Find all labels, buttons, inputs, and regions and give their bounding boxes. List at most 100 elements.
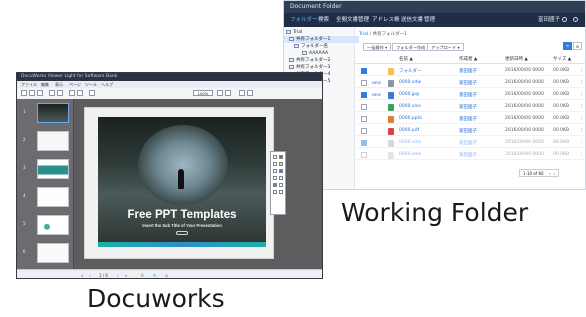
col-updated[interactable]: 更新日時 ▲ (505, 56, 528, 62)
breadcrumb-root[interactable]: Trial (359, 32, 368, 37)
thumbnail-page-2[interactable] (37, 131, 69, 151)
table-row[interactable]: 0000.xdw 富田國子 2016/00/00 0000 00.0KB ⋮ (355, 149, 585, 160)
shape-tool-icon[interactable] (273, 169, 277, 173)
file-owner[interactable]: 富田國子 (459, 68, 477, 74)
next-page-icon[interactable]: › (554, 171, 556, 176)
highlight-icon[interactable] (77, 90, 83, 96)
file-owner[interactable]: 富田國子 (459, 116, 477, 122)
copy-icon[interactable] (49, 90, 55, 96)
user-icon[interactable] (562, 17, 567, 22)
arrow-tool-icon[interactable] (273, 190, 277, 194)
tree-item-shared-1[interactable]: 共有フォルダー1 (284, 36, 359, 43)
open-icon[interactable] (21, 90, 27, 96)
thumbnail-page-5[interactable] (37, 215, 69, 235)
file-owner[interactable]: 富田國子 (459, 128, 477, 134)
row-checkbox[interactable] (361, 104, 367, 110)
col-name[interactable]: 名前 ▲ (399, 56, 413, 62)
row-checkbox[interactable] (361, 116, 367, 122)
sticky-note-icon[interactable] (279, 176, 283, 180)
more-menu-icon[interactable]: ⋮ (579, 140, 584, 145)
line-tool-icon[interactable] (279, 190, 283, 194)
help-icon[interactable] (573, 17, 578, 22)
col-size[interactable]: サイズ ▲ (553, 56, 571, 62)
thumbnail-page-6[interactable] (37, 243, 69, 263)
document-canvas[interactable]: Free PPT Templates Insert the Sub Title … (74, 99, 322, 269)
tree-item-shared-3[interactable]: 共有フォルダー3 (284, 64, 359, 71)
file-name[interactable]: 0000.xdw (399, 152, 421, 157)
table-row[interactable]: NEW 0000.jpg 富田國子 2016/00/00 0000 00.0KB ⋮ (355, 89, 585, 100)
text-tool-icon[interactable] (273, 162, 277, 166)
file-name[interactable]: 0000.pptx (399, 116, 422, 121)
menu-item-admin[interactable]: 管理 (424, 13, 435, 27)
table-row[interactable]: 0000.xdw 富田國子 2016/00/00 0000 00.0KB ⋮ (355, 137, 585, 148)
file-name[interactable]: 0000.jpg (399, 92, 419, 97)
tree-item-subfolder[interactable]: フォルダー名 (284, 43, 364, 50)
status-prev-icon[interactable]: ‹ (89, 273, 91, 278)
table-row[interactable]: 0000.pptx 富田國子 2016/00/00 0000 00.0KB ⋮ (355, 113, 585, 124)
more-menu-icon[interactable]: ⋮ (579, 92, 584, 97)
file-name[interactable]: 0000.pdf (399, 128, 419, 133)
tree-item-shared-2[interactable]: 共有フォルダー2 (284, 57, 359, 64)
more-menu-icon[interactable]: ⋮ (579, 80, 584, 85)
rotate-icon[interactable] (89, 90, 95, 96)
row-checkbox[interactable] (361, 68, 367, 74)
more-menu-icon[interactable]: ⋮ (579, 116, 584, 121)
thumbnail-page-1[interactable] (37, 103, 69, 123)
eraser-icon[interactable] (279, 183, 283, 187)
pen-tool-icon[interactable] (273, 155, 277, 159)
table-row[interactable]: NEW 0000.xdw 富田國子 2016/00/00 0000 00.0KB ⋮ (355, 77, 585, 88)
dw-menu-file[interactable]: ファイル (21, 81, 37, 88)
more-menu-icon[interactable]: ⋮ (579, 68, 584, 73)
paste-icon[interactable] (57, 90, 63, 96)
first-page-icon[interactable]: « (81, 273, 83, 278)
grid-view-button[interactable]: ⊞ (573, 42, 582, 50)
table-row[interactable]: フォルダー 富田國子 2016/00/00 0000 00.0KB ⋮ (355, 65, 585, 76)
prev-page-icon[interactable]: ‹ (549, 171, 551, 176)
user-name[interactable]: 富田國子 (538, 13, 560, 27)
annotation-icon[interactable] (69, 90, 75, 96)
next-page-icon[interactable] (247, 90, 253, 96)
thumbnail-page-3[interactable] (37, 159, 69, 179)
upload-button[interactable]: アップロード ▾ (427, 43, 464, 51)
highlighter-icon[interactable] (279, 162, 283, 166)
dw-menu-help[interactable]: ヘルプ (101, 81, 113, 88)
row-checkbox[interactable] (361, 128, 367, 134)
file-owner[interactable]: 富田國子 (459, 80, 477, 86)
row-checkbox[interactable] (361, 92, 367, 98)
zoom-in-icon[interactable] (217, 90, 223, 96)
menu-item-address[interactable]: アドレス帳 (372, 13, 400, 27)
green-marker-icon[interactable] (273, 183, 277, 187)
row-checkbox[interactable] (361, 80, 367, 86)
file-owner[interactable]: 富田國子 (459, 140, 477, 146)
new-folder-button[interactable]: フォルダー作成 (392, 43, 430, 51)
file-name[interactable]: 0000.xdw (399, 80, 421, 85)
file-name[interactable]: フォルダー (399, 68, 422, 74)
file-name[interactable]: 0000.xdw (399, 140, 421, 145)
save-icon[interactable] (29, 90, 35, 96)
text-color-icon[interactable]: A (141, 273, 144, 278)
row-checkbox[interactable] (361, 152, 367, 158)
menu-item-all-docs[interactable]: 全閲文書管理 (336, 13, 369, 27)
more-menu-icon[interactable]: ⋮ (579, 152, 584, 157)
col-owner[interactable]: 作成者 ▲ (459, 56, 477, 62)
blue-marker-icon[interactable] (279, 169, 283, 173)
prev-page-icon[interactable] (239, 90, 245, 96)
thumbnail-page-4[interactable] (37, 187, 69, 207)
last-page-icon[interactable]: » (125, 273, 127, 278)
menu-item-sent[interactable]: 送信文書 (401, 13, 423, 27)
dw-menu-view[interactable]: 表示 (55, 81, 63, 88)
zoom-select[interactable]: 100% (193, 90, 213, 96)
more-menu-icon[interactable]: ⋮ (579, 128, 584, 133)
stamp-tool-icon[interactable] (273, 176, 277, 180)
file-owner[interactable]: 富田國子 (459, 104, 477, 110)
menu-item-search[interactable]: 検索 (318, 13, 329, 27)
table-row[interactable]: 0000.pdf 富田國子 2016/00/00 0000 00.0KB ⋮ (355, 125, 585, 136)
more-menu-icon[interactable]: ⋮ (579, 104, 584, 109)
page-indicator[interactable]: 1 / 6 (99, 273, 108, 278)
row-checkbox[interactable] (361, 140, 367, 146)
menu-item-folder[interactable]: フォルダー (290, 13, 318, 27)
dw-menu-tools[interactable]: ツール (85, 81, 97, 88)
dw-menu-page[interactable]: ページ (69, 81, 81, 88)
list-view-button[interactable]: ≡ (563, 42, 572, 50)
file-name[interactable]: 0000.xlsx (399, 104, 421, 109)
